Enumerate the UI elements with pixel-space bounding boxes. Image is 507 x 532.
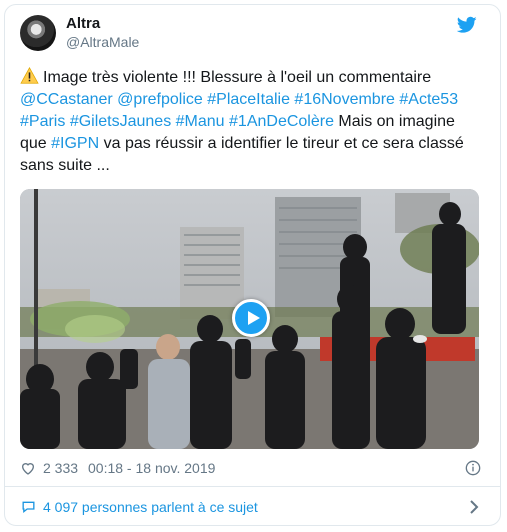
author-avatar[interactable]	[20, 15, 56, 51]
tweet-meta: 2 333 00:18 - 18 nov. 2019	[20, 457, 481, 479]
mention-link[interactable]: @prefpolice	[117, 91, 203, 108]
conversation-label: 4 097 personnes parlent à ce sujet	[43, 499, 258, 515]
hashtag-link[interactable]: #1AnDeColère	[229, 113, 334, 130]
author-name[interactable]: Altra	[66, 15, 100, 32]
tweet-text-segment: Image très violente !!! Blessure à l'oei…	[43, 69, 432, 86]
play-button[interactable]	[232, 299, 270, 337]
twitter-bird-icon[interactable]	[457, 16, 477, 34]
divider	[4, 486, 501, 487]
speech-bubble-icon	[22, 501, 35, 514]
tweet-video[interactable]	[20, 189, 479, 449]
tweet-text-line: @CCastaner @prefpolice #PlaceItalie #16N…	[20, 89, 480, 111]
author-handle[interactable]: @AltraMale	[66, 34, 139, 50]
hashtag-link[interactable]: #PlaceItalie	[207, 91, 290, 108]
tweet-text-segment: va pas réussir a identifier le tireur et…	[99, 135, 464, 152]
hashtag-link[interactable]: #16Novembre	[294, 91, 395, 108]
hashtag-link[interactable]: #IGPN	[51, 135, 99, 152]
hashtag-link[interactable]: #GiletsJaunes	[70, 113, 171, 130]
hashtag-link[interactable]: #Manu	[176, 113, 225, 130]
tweet-text-segment: sans suite ...	[20, 157, 110, 174]
info-icon[interactable]	[465, 460, 481, 476]
conversation-link[interactable]: 4 097 personnes parlent à ce sujet	[20, 496, 480, 518]
heart-icon[interactable]	[20, 460, 36, 476]
warning-icon	[20, 67, 39, 84]
tweet-timestamp[interactable]: 00:18 - 18 nov. 2019	[88, 457, 215, 479]
chevron-right-icon	[470, 500, 479, 514]
hashtag-link[interactable]: #Acte53	[399, 91, 458, 108]
tweet-text-segment: Mais on imagine	[333, 113, 455, 130]
tweet-text-line: #Paris #GiletsJaunes #Manu #1AnDeColère …	[20, 111, 480, 133]
tweet-text: Image très violente !!! Blessure à l'oei…	[20, 67, 480, 177]
tweet-text-line: sans suite ...	[20, 155, 480, 177]
hashtag-link[interactable]: #Paris	[20, 113, 65, 130]
mention-link[interactable]: @CCastaner	[20, 91, 113, 108]
tweet-text-line: Image très violente !!! Blessure à l'oei…	[20, 67, 480, 89]
tweet-text-segment: que	[20, 135, 52, 152]
like-count[interactable]: 2 333	[43, 457, 78, 479]
tweet-text-line: que #IGPN va pas réussir a identifier le…	[20, 133, 480, 155]
